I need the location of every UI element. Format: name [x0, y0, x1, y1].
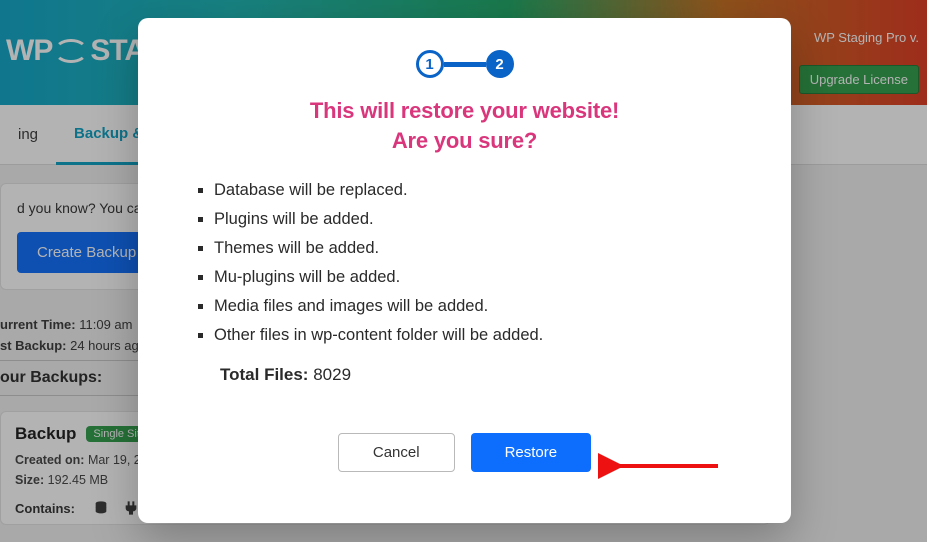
modal-actions: Cancel Restore [174, 433, 755, 472]
list-item: Mu-plugins will be added. [214, 268, 739, 287]
list-item: Plugins will be added. [214, 210, 739, 229]
modal-title-line2: Are you sure? [174, 126, 755, 156]
list-item: Other files in wp-content folder will be… [214, 326, 739, 345]
step-2: 2 [486, 50, 514, 78]
restore-confirm-modal: 1 2 This will restore your website! Are … [138, 18, 791, 523]
list-item: Themes will be added. [214, 239, 739, 258]
total-files-value: 8029 [313, 365, 351, 384]
modal-title: This will restore your website! Are you … [174, 96, 755, 155]
restore-button[interactable]: Restore [471, 433, 592, 472]
step-connector [444, 62, 486, 67]
list-item: Media files and images will be added. [214, 297, 739, 316]
total-files-label: Total Files: [220, 365, 308, 384]
total-files: Total Files: 8029 [220, 365, 755, 385]
list-item: Database will be replaced. [214, 181, 739, 200]
modal-title-line1: This will restore your website! [174, 96, 755, 126]
cancel-button[interactable]: Cancel [338, 433, 455, 472]
step-1: 1 [416, 50, 444, 78]
restore-items-list: Database will be replaced. Plugins will … [214, 181, 739, 345]
stepper: 1 2 [174, 50, 755, 78]
